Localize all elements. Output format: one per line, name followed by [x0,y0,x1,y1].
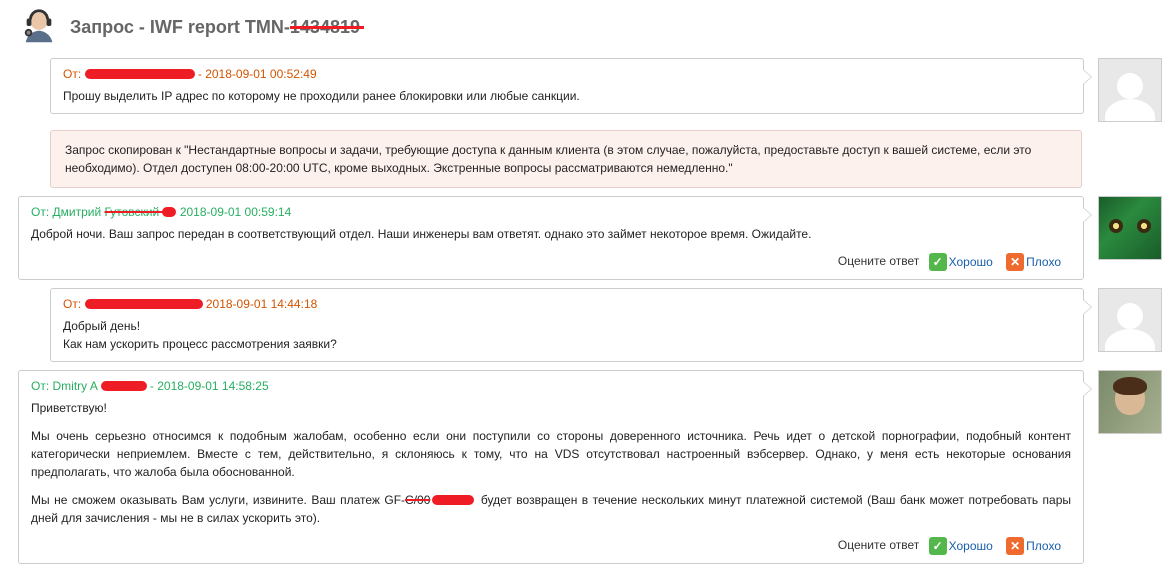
author-name-redacted: Гутовский [105,205,163,219]
avatar-anonymous [1098,58,1162,122]
message-timestamp: 2018-09-01 14:44:18 [206,297,317,311]
ticket-id-redacted: 1434819 [290,17,360,37]
thumbs-up-icon[interactable]: ✓ [929,537,947,555]
from-label: От: [31,205,49,219]
rate-good-button[interactable]: Хорошо [949,539,993,553]
author-redact-dot [162,207,176,217]
rate-row: Оцените ответ ✓Хорошо ✕Плохо [31,253,1071,271]
rate-bad-button[interactable]: Плохо [1026,255,1061,269]
rate-label: Оцените ответ [838,254,919,268]
support-agent-icon [20,8,58,46]
author-redacted [85,299,203,309]
system-notice-text: Запрос скопирован к "Нестандартные вопро… [65,141,1067,177]
payment-redact [432,495,474,505]
message-body: Доброй ночи. Ваш запрос передан в соотве… [31,225,1071,243]
avatar-anonymous [1098,288,1162,352]
author-name: Дмитрий [53,205,105,219]
rate-label: Оцените ответ [838,538,919,552]
message-body: Добрый день! Как нам ускорить процесс ра… [63,317,1071,353]
ticket-header: Запрос - IWF report TMN-1434819 [0,0,1162,58]
thumbs-down-icon[interactable]: ✕ [1006,253,1024,271]
message-bubble-client: От: 2018-09-01 14:44:18 Добрый день! Как… [50,288,1084,362]
avatar-staff [1098,370,1162,434]
avatar-staff [1098,196,1162,260]
message-bubble-staff: От: Дмитрий Гутовский 2018-09-01 00:59:1… [18,196,1084,280]
message-row: От: 2018-09-01 14:44:18 Добрый день! Как… [0,288,1162,362]
message-meta: От: Dmitry A - 2018-09-01 14:58:25 [31,379,1071,393]
from-label: От: [63,67,81,81]
author-redact-tail [101,381,147,391]
from-label: От: [31,379,49,393]
thumbs-up-icon[interactable]: ✓ [929,253,947,271]
message-timestamp: 2018-09-01 14:58:25 [157,379,268,393]
message-timestamp: 2018-09-01 00:59:14 [180,205,291,219]
author-redacted [85,69,195,79]
message-timestamp: 2018-09-01 00:52:49 [205,67,316,81]
ticket-title: Запрос - IWF report TMN-1434819 [70,17,360,38]
message-bubble-staff: От: Dmitry A - 2018-09-01 14:58:25 Приве… [18,370,1084,564]
message-row: От: Dmitry A - 2018-09-01 14:58:25 Приве… [0,370,1162,564]
system-notice: Запрос скопирован к "Нестандартные вопро… [50,130,1082,188]
message-body: Прошу выделить IP адрес по которому не п… [63,87,1071,105]
from-label: От: [63,297,81,311]
message-meta: От: 2018-09-01 14:44:18 [63,297,1071,311]
author-name: Dmitry A [53,379,98,393]
message-meta: От: - 2018-09-01 00:52:49 [63,67,1071,81]
message-bubble-client: От: - 2018-09-01 00:52:49 Прошу выделить… [50,58,1084,114]
payment-line: Мы не сможем оказывать Вам услуги, извин… [31,491,1071,527]
thumbs-down-icon[interactable]: ✕ [1006,537,1024,555]
message-row: От: - 2018-09-01 00:52:49 Прошу выделить… [0,58,1162,122]
system-row: Запрос скопирован к "Нестандартные вопро… [0,130,1162,188]
ticket-title-text: Запрос - IWF report TMN- [70,17,290,37]
message-meta: От: Дмитрий Гутовский 2018-09-01 00:59:1… [31,205,1071,219]
rate-bad-button[interactable]: Плохо [1026,539,1061,553]
rate-good-button[interactable]: Хорошо [949,255,993,269]
message-body: Приветствую! Мы очень серьезно относимся… [31,399,1071,527]
message-row: От: Дмитрий Гутовский 2018-09-01 00:59:1… [0,196,1162,280]
rate-row: Оцените ответ ✓Хорошо ✕Плохо [31,537,1071,555]
